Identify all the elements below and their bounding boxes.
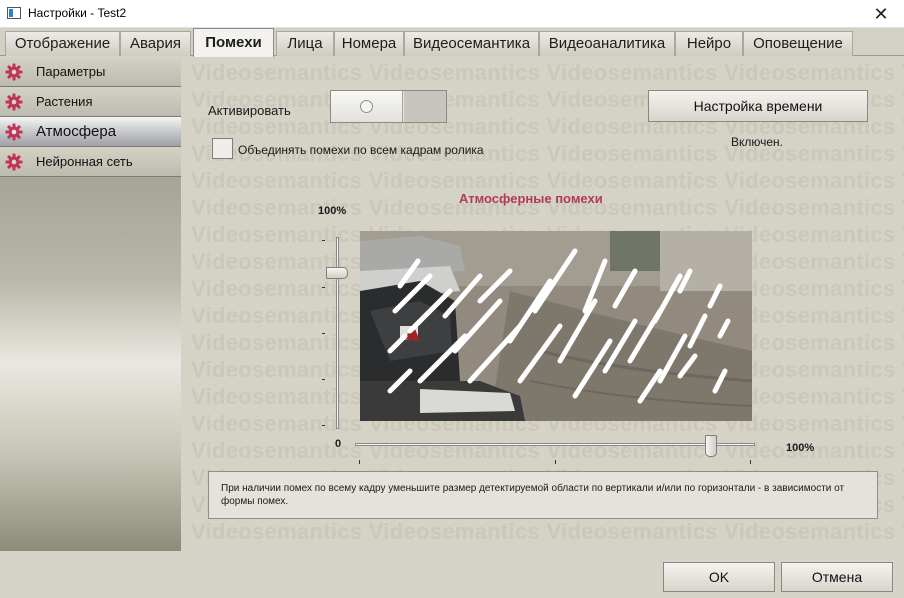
window-app-icon [7, 7, 21, 19]
sidebar-item-label: Растения [36, 94, 93, 109]
toggle-track [404, 91, 446, 122]
tab-accident[interactable]: Авария [120, 31, 191, 56]
sidebar-item-plants[interactable]: Растения [0, 87, 181, 117]
tab-strip: Отображение Авария Помехи Лица Номера Ви… [0, 28, 904, 57]
toggle-knob-area [331, 91, 403, 122]
vertical-slider-thumb[interactable] [326, 267, 348, 280]
sidebar-item-neural-network[interactable]: Нейронная сеть [0, 147, 181, 177]
title-bar: Настройки - Test2 ✕ [0, 0, 904, 28]
slider-tick [322, 333, 325, 334]
toggle-off-icon [360, 100, 373, 113]
slider-tick [555, 460, 556, 464]
horizontal-slider-thumb[interactable] [705, 435, 717, 457]
merge-frames-checkbox[interactable] [212, 138, 233, 159]
settings-panel: Videosemantics Videosemantics Videoseman… [181, 57, 904, 551]
merge-frames-label: Объединять помехи по всем кадрам ролика [238, 143, 484, 157]
status-text: Включен. [731, 135, 784, 149]
slider-tick [322, 240, 325, 241]
hint-box: При наличии помех по всему кадру уменьши… [208, 471, 878, 519]
slider-tick [750, 460, 751, 464]
close-icon[interactable]: ✕ [858, 0, 904, 28]
slider-tick [359, 460, 360, 464]
preview-image [360, 231, 752, 421]
sidebar-item-parameters[interactable]: Параметры [0, 57, 181, 87]
tab-interference[interactable]: Помехи [193, 28, 274, 57]
ok-button[interactable]: OK [663, 562, 775, 592]
window-title: Настройки - Test2 [28, 6, 127, 20]
slider-min-label: 0 [335, 438, 342, 450]
time-settings-button[interactable]: Настройка времени [648, 90, 868, 122]
sidebar-item-atmosphere[interactable]: Атмосфера [0, 117, 181, 147]
tab-neuro[interactable]: Нейро [675, 31, 743, 56]
vertical-slider-track[interactable] [336, 237, 339, 429]
sidebar-item-label: Атмосфера [36, 123, 117, 140]
slider-tick [322, 379, 325, 380]
sidebar-item-label: Нейронная сеть [36, 154, 133, 169]
horizontal-slider-track[interactable] [355, 443, 755, 446]
image-title: Атмосферные помехи [459, 191, 603, 206]
gear-icon [5, 93, 23, 111]
gear-icon [5, 63, 23, 81]
watermark-line: Videosemantics Videosemantics Videoseman… [191, 519, 904, 544]
tab-videosemantics[interactable]: Видеосемантика [404, 31, 539, 56]
activate-toggle[interactable] [330, 90, 447, 123]
sidebar-item-label: Параметры [36, 64, 106, 79]
gear-icon [5, 153, 23, 171]
watermark-line: Videosemantics Videosemantics Videoseman… [191, 60, 904, 85]
gear-icon [5, 123, 23, 141]
activate-label: Активировать [208, 103, 291, 118]
cancel-button[interactable]: Отмена [781, 562, 893, 592]
sidebar: Параметры Растения Атмосфера Нейронная с… [0, 57, 181, 551]
tab-notification[interactable]: Оповещение [743, 31, 853, 56]
vertical-slider-max-label: 100% [318, 205, 347, 217]
tab-plates[interactable]: Номера [334, 31, 404, 56]
preview-scene [360, 231, 752, 421]
dialog-footer: OK Отмена [0, 551, 904, 598]
tab-faces[interactable]: Лица [276, 31, 334, 56]
slider-tick [322, 425, 325, 426]
tab-videoanalytics[interactable]: Видеоаналитика [539, 31, 675, 56]
slider-tick [322, 287, 325, 288]
horizontal-slider-max-label: 100% [786, 442, 815, 454]
tab-display[interactable]: Отображение [5, 31, 120, 56]
